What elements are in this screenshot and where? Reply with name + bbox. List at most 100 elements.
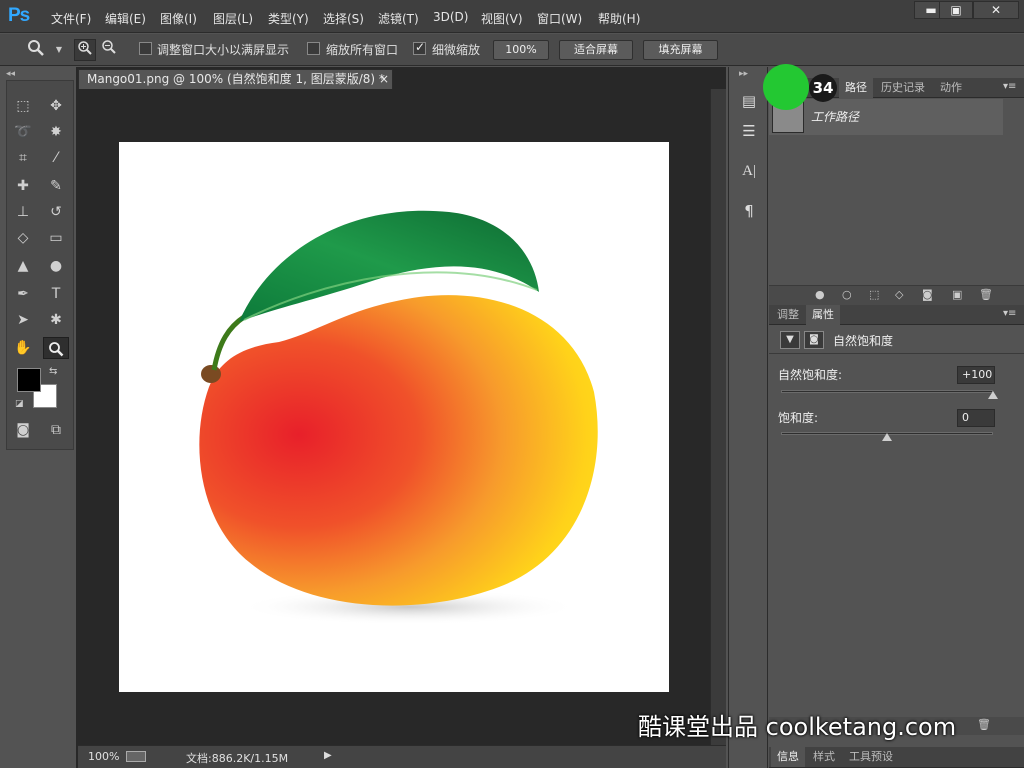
maximize-button[interactable]: ▣	[939, 1, 973, 19]
layer-mask-icon[interactable]: ◙	[804, 331, 824, 349]
tab-styles[interactable]: 样式	[807, 747, 841, 767]
actual-pixels-button[interactable]: 100%	[493, 40, 549, 60]
close-button[interactable]: ✕	[973, 1, 1019, 19]
fit-screen-button[interactable]: 适合屏幕	[559, 40, 633, 60]
scrubby-zoom-checkbox[interactable]	[413, 40, 426, 55]
chevron-down-icon[interactable]: ▼	[48, 39, 70, 61]
tab-actions[interactable]: 动作	[934, 78, 968, 98]
panel-icon-strip: ▸▸ ▤ ☰ A| ¶	[728, 67, 768, 768]
delete-path-icon[interactable]: 🗑	[979, 288, 993, 301]
saturation-slider-thumb[interactable]	[882, 433, 892, 441]
scrubby-zoom-label: 细微缩放	[432, 43, 481, 57]
menu-file[interactable]: 文件(F)	[51, 10, 91, 27]
zoom-tool-icon[interactable]	[43, 337, 69, 359]
adjust-properties-tabs: 调整 属性 ▾≡	[769, 305, 1024, 325]
type-tool-icon[interactable]: T	[43, 283, 69, 305]
tab-properties[interactable]: 属性	[806, 305, 840, 325]
eyedropper-tool-icon[interactable]: ⁄	[43, 147, 69, 169]
zoom-all-windows-checkbox[interactable]	[307, 42, 320, 55]
tab-paths[interactable]: 路径	[839, 78, 873, 98]
add-mask-icon[interactable]: ◙	[922, 288, 933, 301]
stroke-path-icon[interactable]: ○	[842, 288, 852, 301]
menu-layer[interactable]: 图层(L)	[213, 10, 253, 27]
vibrance-label: 自然饱和度:	[778, 368, 843, 382]
zoom-tool-preset-icon[interactable]	[25, 39, 47, 61]
history-brush-tool-icon[interactable]: ↺	[43, 201, 69, 223]
collapse-toolbox-icon[interactable]: ◂◂	[6, 69, 15, 79]
zoom-out-icon[interactable]	[98, 39, 120, 61]
vibrance-slider-thumb[interactable]	[988, 391, 998, 399]
close-tab-icon[interactable]: ×	[379, 70, 389, 88]
tutorial-highlight-circle	[763, 64, 809, 110]
screen-mode-icon[interactable]: ⧉	[43, 419, 69, 441]
menu-select[interactable]: 选择(S)	[323, 10, 364, 27]
right-panel-dock: 图层 路径 历史记录 动作 ▾≡ 工作路径 ● ○ ⬚ ◇ ◙ ▣ 🗑 调整 属…	[769, 67, 1024, 768]
hand-tool-icon[interactable]: ✋	[10, 337, 36, 359]
export-icon[interactable]	[126, 751, 146, 762]
default-colors-icon[interactable]: ◪	[15, 399, 24, 409]
fill-path-icon[interactable]: ●	[815, 288, 825, 301]
menu-3d[interactable]: 3D(D)	[433, 10, 468, 24]
path-selection-tool-icon[interactable]: ➤	[10, 309, 36, 331]
photoshop-logo: Ps	[8, 5, 30, 26]
pen-tool-icon[interactable]: ✒	[10, 283, 36, 305]
tab-tool-presets[interactable]: 工具预设	[843, 747, 899, 767]
menu-view[interactable]: 视图(V)	[481, 10, 523, 27]
blur-tool-icon[interactable]: ▲	[10, 255, 36, 277]
brush-tool-icon[interactable]: ✎	[43, 175, 69, 197]
zoom-level-field[interactable]: 100%	[88, 750, 119, 763]
swap-colors-icon[interactable]: ⇆	[49, 366, 57, 377]
menu-help[interactable]: 帮助(H)	[598, 10, 640, 27]
menu-window[interactable]: 窗口(W)	[537, 10, 582, 27]
path-name[interactable]: 工作路径	[811, 108, 859, 125]
quick-mask-icon[interactable]: ◙	[10, 419, 36, 441]
saturation-value-input[interactable]: 0	[957, 409, 995, 427]
clone-stamp-tool-icon[interactable]: ⊥	[10, 201, 36, 223]
path-row[interactable]: 工作路径	[769, 99, 1003, 135]
dodge-tool-icon[interactable]: ●	[43, 255, 69, 277]
fill-screen-button[interactable]: 填充屏幕	[643, 40, 718, 60]
options-bar: ▼ 调整窗口大小以满屏显示 缩放所有窗口 细微缩放 100% 适合屏幕 填充屏幕	[0, 34, 1024, 66]
paragraph-panel-icon[interactable]: ¶	[737, 199, 761, 223]
resize-windows-checkbox[interactable]	[139, 42, 152, 55]
resize-windows-label: 调整窗口大小以满屏显示	[157, 43, 290, 57]
delete-adjustment-icon[interactable]: 🗑	[977, 718, 991, 731]
character-panel-icon[interactable]: A|	[737, 159, 761, 183]
vibrance-slider[interactable]	[781, 390, 993, 393]
healing-brush-tool-icon[interactable]: ✚	[10, 175, 36, 197]
magic-wand-tool-icon[interactable]: ✸	[43, 121, 69, 143]
eraser-tool-icon[interactable]: ◇	[10, 227, 36, 249]
marquee-tool-icon[interactable]: ⬚	[10, 95, 36, 117]
shape-tool-icon[interactable]: ✱	[43, 309, 69, 331]
new-path-icon[interactable]: ▣	[952, 288, 962, 301]
status-menu-arrow-icon[interactable]: ▶	[324, 750, 332, 761]
menu-type[interactable]: 类型(Y)	[268, 10, 309, 27]
collapse-strip-icon[interactable]: ▸▸	[739, 69, 748, 79]
load-selection-icon[interactable]: ⬚	[869, 288, 879, 301]
zoom-in-icon[interactable]	[74, 39, 96, 61]
properties-menu-icon[interactable]: ▾≡	[1003, 308, 1016, 319]
move-tool-icon[interactable]: ✥	[43, 95, 69, 117]
gradient-tool-icon[interactable]: ▭	[43, 227, 69, 249]
make-path-icon[interactable]: ◇	[895, 288, 903, 301]
panel-menu-icon[interactable]: ▾≡	[1003, 81, 1016, 92]
info-tabs: 信息 样式 工具预设	[769, 747, 1024, 768]
menu-bar: Ps 文件(F) 编辑(E) 图像(I) 图层(L) 类型(Y) 选择(S) 滤…	[0, 0, 1024, 33]
properties-title: 自然饱和度	[833, 334, 894, 348]
tab-info[interactable]: 信息	[771, 747, 805, 767]
tab-history[interactable]: 历史记录	[875, 78, 931, 98]
document-canvas[interactable]	[119, 142, 669, 692]
crop-tool-icon[interactable]: ⌗	[10, 147, 36, 169]
lasso-tool-icon[interactable]: ➰	[10, 121, 36, 143]
tab-adjustments[interactable]: 调整	[771, 305, 805, 325]
foreground-color-swatch[interactable]	[17, 368, 41, 392]
zoom-all-windows-label: 缩放所有窗口	[326, 43, 399, 57]
menu-image[interactable]: 图像(I)	[160, 10, 197, 27]
properties-panel-icon[interactable]: ☰	[737, 119, 761, 143]
history-panel-icon[interactable]: ▤	[737, 89, 761, 113]
menu-edit[interactable]: 编辑(E)	[105, 10, 146, 27]
vibrance-value-input[interactable]: +100	[957, 366, 995, 384]
document-tab[interactable]: Mango01.png @ 100% (自然饱和度 1, 图层蒙版/8) * ×	[78, 69, 393, 89]
menu-filter[interactable]: 滤镜(T)	[378, 10, 419, 27]
vertical-scrollbar[interactable]	[710, 89, 726, 745]
